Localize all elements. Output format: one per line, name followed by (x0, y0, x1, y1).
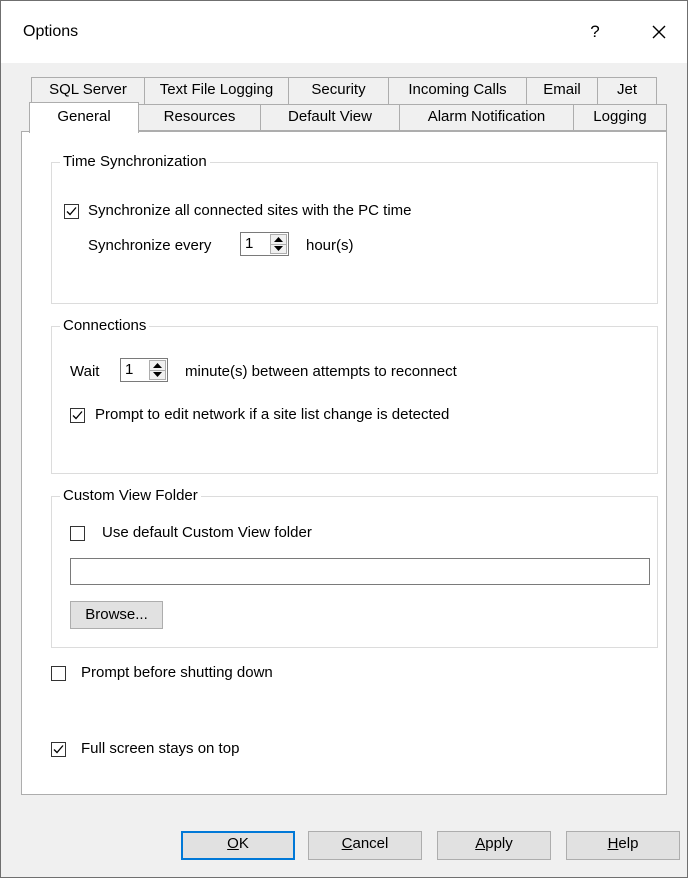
use-default-folder-checkbox[interactable] (70, 526, 85, 541)
tab-incoming-calls[interactable]: Incoming Calls (388, 77, 527, 104)
custom-view-folder-group: Custom View Folder Use default Custom Vi… (51, 487, 658, 648)
options-dialog: Options ? SQL Server Text File Logging S… (0, 0, 688, 878)
arrow-down-icon (274, 246, 283, 251)
tab-jet[interactable]: Jet (597, 77, 657, 104)
use-default-folder-label: Use default Custom View folder (102, 524, 312, 541)
tab-logging[interactable]: Logging (573, 104, 667, 131)
prompt-edit-network-checkbox[interactable] (70, 408, 85, 423)
help-button[interactable]: Help (566, 831, 680, 860)
fullscreen-on-top-checkbox[interactable] (51, 742, 66, 757)
sync-pc-time-checkbox[interactable] (64, 204, 79, 219)
arrow-up-icon (274, 237, 283, 242)
group-title-custom-view: Custom View Folder (60, 487, 201, 505)
tab-alarm-notification[interactable]: Alarm Notification (399, 104, 574, 131)
spinner-buttons (270, 234, 287, 254)
close-button[interactable] (641, 17, 677, 47)
connections-group: Connections Wait 1 minute(s) between att… (51, 317, 658, 474)
spin-down-button[interactable] (150, 370, 165, 379)
tab-default-view[interactable]: Default View (260, 104, 400, 131)
tab-email[interactable]: Email (526, 77, 598, 104)
sync-every-unit-label: hour(s) (306, 237, 354, 254)
spin-down-button[interactable] (271, 244, 286, 253)
arrow-down-icon (153, 372, 162, 377)
tab-sql-server[interactable]: SQL Server (31, 77, 145, 104)
arrow-up-icon (153, 363, 162, 368)
folder-path-input[interactable] (70, 558, 650, 585)
cancel-button[interactable]: Cancel (308, 831, 422, 860)
sync-every-spinner[interactable]: 1 (240, 232, 289, 256)
tab-security[interactable]: Security (288, 77, 389, 104)
checkmark-icon (66, 207, 77, 216)
wait-spinner[interactable]: 1 (120, 358, 168, 382)
fullscreen-on-top-label: Full screen stays on top (81, 740, 240, 757)
group-title-time-sync: Time Synchronization (60, 153, 210, 171)
checkmark-icon (53, 745, 64, 754)
window-title: Options (23, 23, 79, 40)
checkmark-icon (72, 411, 83, 420)
close-icon (652, 25, 666, 39)
prompt-shutdown-checkbox[interactable] (51, 666, 66, 681)
tab-general[interactable]: General (29, 102, 139, 133)
wait-label: Wait (70, 363, 100, 380)
browse-button[interactable]: Browse... (70, 601, 163, 629)
group-title-connections: Connections (60, 317, 150, 335)
sync-every-value: 1 (245, 235, 254, 252)
wait-suffix-label: minute(s) between attempts to reconnect (185, 363, 457, 380)
sync-every-label: Synchronize every (88, 237, 212, 254)
spinner-buttons (149, 360, 166, 380)
sync-pc-time-label: Synchronize all connected sites with the… (88, 202, 412, 219)
help-title-button[interactable]: ? (577, 17, 613, 47)
general-tab-panel: Time Synchronization Synchronize all con… (21, 131, 667, 795)
apply-button[interactable]: Apply (437, 831, 551, 860)
prompt-shutdown-label: Prompt before shutting down (81, 664, 273, 681)
tab-text-file-logging[interactable]: Text File Logging (144, 77, 289, 104)
tab-resources[interactable]: Resources (138, 104, 261, 131)
title-bar: Options ? (1, 1, 687, 63)
time-sync-group: Time Synchronization Synchronize all con… (51, 153, 658, 304)
ok-button[interactable]: OK (181, 831, 295, 860)
wait-value: 1 (125, 361, 134, 378)
prompt-edit-network-label: Prompt to edit network if a site list ch… (95, 406, 450, 423)
